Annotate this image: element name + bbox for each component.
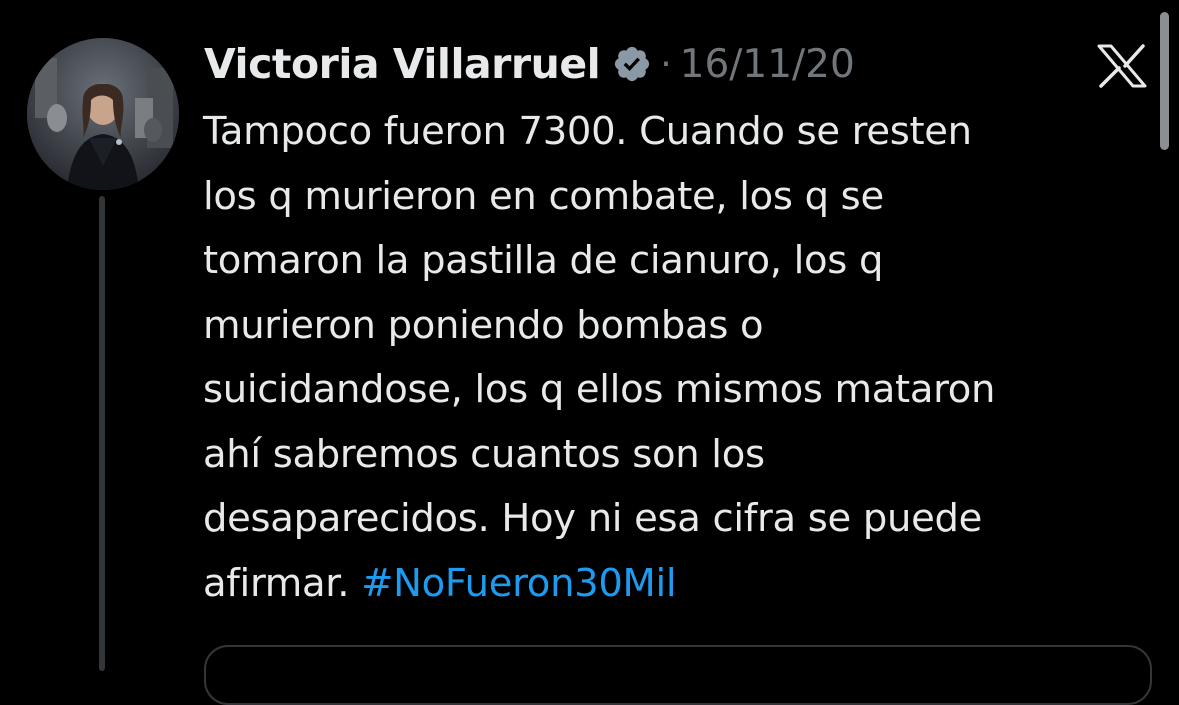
tweet-header: Victoria Villarruel · 16/11/20 — [204, 36, 855, 92]
tweet-text-ending: afirmar. — [203, 560, 350, 606]
tweet-text-line: Tampoco fueron 7300. Cuando se resten — [203, 109, 972, 154]
tweet-text-line: los q murieron en combate, los q se — [203, 173, 884, 219]
tweet-text-line: desaparecidos. Hoy ni esa cifra se puede — [203, 496, 983, 541]
author-name[interactable]: Victoria Villarruel — [204, 40, 601, 88]
verified-badge-icon — [612, 44, 652, 84]
author-avatar[interactable] — [27, 38, 179, 190]
profile-photo-icon — [27, 38, 179, 190]
header-separator: · — [660, 43, 672, 85]
tweet-text-line: suicidandose, los q ellos mismos mataron — [203, 367, 996, 412]
tweet-text-line: tomaron la pastilla de cianuro, los q — [203, 238, 884, 283]
tweet-text-line: ahí sabremos cuantos son los — [203, 431, 765, 477]
thread-connector-line — [99, 196, 105, 671]
x-logo-icon[interactable] — [1097, 44, 1147, 88]
tweet-date[interactable]: 16/11/20 — [680, 42, 855, 87]
quoted-tweet-card[interactable] — [204, 645, 1152, 705]
tweet-text-line: murieron poniendo bombas o — [203, 302, 764, 348]
tweet-text: Tampoco fueron 7300. Cuando se resten lo… — [203, 100, 1163, 616]
hashtag-link[interactable]: #NoFueron30Mil — [361, 561, 676, 606]
tweet-text-last-line: afirmar. #NoFueron30Mil — [203, 552, 1163, 617]
